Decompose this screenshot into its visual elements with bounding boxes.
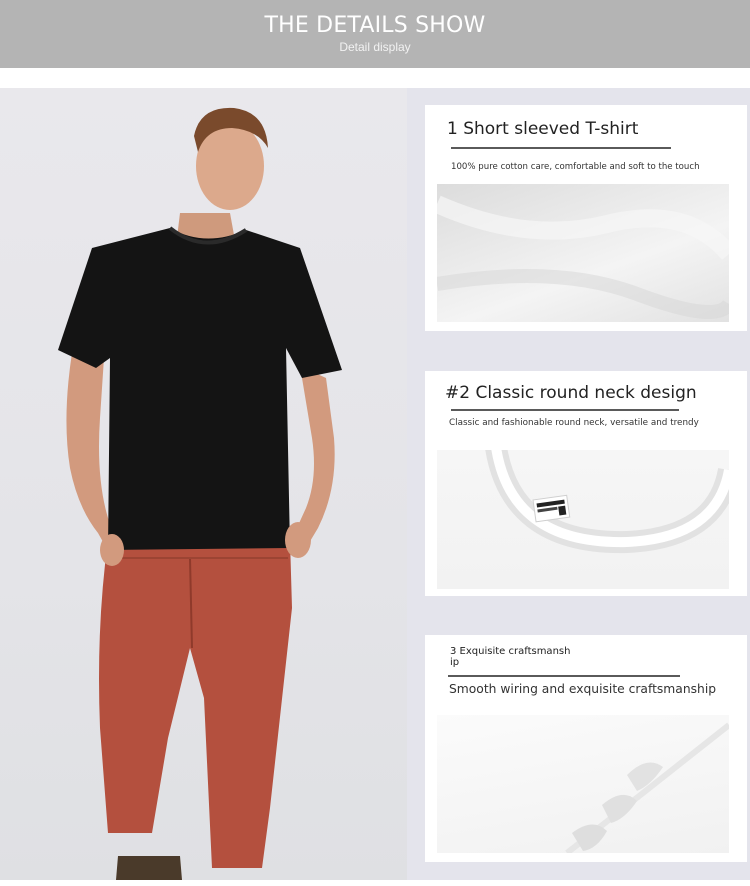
detail-title: 1 Short sleeved T-shirt [447,119,639,139]
seam-closeup-image [437,715,729,853]
detail-title: 3 Exquisite craftsmansh ip [450,646,571,668]
page-subtitle: Detail display [339,40,411,54]
page-title: THE DETAILS SHOW [264,13,486,38]
detail-title: #2 Classic round neck design [445,383,697,403]
detail-card-3: 3 Exquisite craftsmansh ip Smooth wiring… [425,635,747,862]
detail-description: Classic and fashionable round neck, vers… [449,418,699,428]
details-column: 1 Short sleeved T-shirt 100% pure cotton… [407,88,750,880]
title-underline [451,147,671,149]
model-illustration [58,107,342,880]
model-photo [0,88,407,880]
detail-card-1: 1 Short sleeved T-shirt 100% pure cotton… [425,105,747,331]
bottom-strip [0,880,750,886]
detail-card-2: #2 Classic round neck design Classic and… [425,371,747,596]
title-underline [451,409,679,411]
detail-description: 100% pure cotton care, comfortable and s… [451,162,700,172]
page-header: THE DETAILS SHOW Detail display [0,0,750,68]
detail-description: Smooth wiring and exquisite craftsmanshi… [449,682,717,696]
title-underline [448,675,680,677]
neckline-closeup-image [437,450,729,589]
fabric-closeup-image [437,184,729,322]
